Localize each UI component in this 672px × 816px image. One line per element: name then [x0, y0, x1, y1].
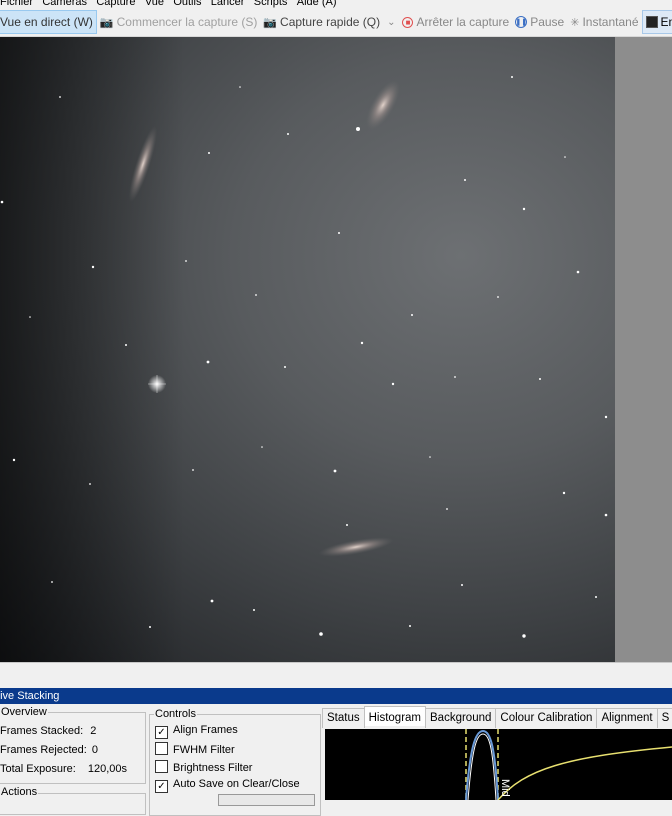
- fwhm-filter-checkbox[interactable]: FWHM Filter: [155, 742, 235, 756]
- tab-histogram[interactable]: Histogram: [364, 706, 426, 726]
- tab-more[interactable]: S: [657, 708, 672, 728]
- menu-capture[interactable]: Capture: [96, 0, 135, 8]
- quick-capture-label: Capture rapide (Q): [280, 15, 380, 29]
- midpoint-label: Mid: [499, 779, 511, 797]
- stop-capture-button[interactable]: ■ Arrêter la capture: [399, 11, 512, 33]
- menu-help[interactable]: Aide (A): [297, 0, 337, 8]
- camera-icon: 📷: [100, 16, 114, 29]
- histogram-view[interactable]: Mid: [325, 729, 672, 800]
- stop-icon: ■: [402, 17, 413, 28]
- menu-tools[interactable]: Outils: [173, 0, 201, 8]
- checkbox-icon[interactable]: [155, 742, 168, 755]
- menu-run[interactable]: Lancer: [211, 0, 245, 8]
- snapshot-label: Instantané: [582, 15, 638, 29]
- menu-file[interactable]: Fichier: [0, 0, 33, 8]
- image-viewer[interactable]: [0, 37, 615, 662]
- chevron-down-icon: ⌄: [387, 17, 395, 28]
- splitter[interactable]: [0, 662, 672, 689]
- stacking-title: Live Stacking: [0, 690, 59, 702]
- tab-status[interactable]: Status: [322, 708, 365, 728]
- stop-capture-label: Arrêter la capture: [416, 15, 509, 29]
- frames-stacked-label: Frames Stacked:: [0, 725, 83, 737]
- frames-rejected-row: Frames Rejected: 0: [0, 744, 98, 756]
- brightness-filter-label: Brightness Filter: [173, 762, 252, 774]
- quick-capture-dropdown[interactable]: ⌄: [383, 11, 399, 33]
- stacking-tabs: Status Histogram Background Colour Calib…: [322, 708, 672, 728]
- align-frames-label: Align Frames: [173, 724, 238, 736]
- quick-capture-button[interactable]: 📷 Capture rapide (Q): [260, 11, 383, 33]
- tab-alignment[interactable]: Alignment: [596, 708, 657, 728]
- live-view-label: Vue en direct (W): [0, 15, 93, 29]
- frames-stacked-row: Frames Stacked: 2: [0, 725, 96, 737]
- histogram-chart: Mid: [325, 729, 672, 800]
- pause-icon: ❚❚: [515, 16, 527, 28]
- frames-stacked-value: 2: [90, 725, 96, 737]
- stacking-title-bar: Live Stacking: [0, 688, 672, 704]
- align-frames-checkbox[interactable]: ✓ Align Frames: [155, 724, 238, 739]
- menu-scripts[interactable]: Scripts: [254, 0, 288, 8]
- start-capture-label: Commencer la capture (S): [117, 15, 258, 29]
- menu-view[interactable]: Vue: [145, 0, 164, 8]
- total-exposure-label: Total Exposure:: [0, 763, 76, 775]
- controls-title: Controls: [154, 708, 197, 720]
- camera-icon: 📷: [263, 16, 277, 29]
- stacking-button[interactable]: Empileme: [642, 10, 672, 34]
- frames-rejected-label: Frames Rejected:: [0, 744, 87, 756]
- side-panel: [615, 37, 672, 662]
- pause-button[interactable]: ❚❚ Pause: [512, 11, 567, 33]
- start-capture-button[interactable]: 📷 Commencer la capture (S): [97, 11, 260, 33]
- tab-background[interactable]: Background: [425, 708, 496, 728]
- astro-image: [0, 37, 615, 662]
- menu-cameras[interactable]: Caméras: [42, 0, 87, 8]
- stack-icon: [646, 16, 658, 28]
- total-exposure-row: Total Exposure: 120,00s: [0, 763, 127, 775]
- checkbox-checked-icon[interactable]: ✓: [155, 726, 168, 739]
- stacking-label: Empileme: [661, 15, 672, 29]
- actions-title: Actions: [0, 786, 38, 798]
- checkbox-icon[interactable]: [155, 760, 168, 773]
- frames-rejected-value: 0: [92, 744, 98, 756]
- tab-colour-calibration[interactable]: Colour Calibration: [495, 708, 597, 728]
- live-view-button[interactable]: Vue en direct (W): [0, 10, 97, 34]
- capture-toolbar: Vue en direct (W) 📷 Commencer la capture…: [0, 8, 672, 37]
- checkbox-checked-icon[interactable]: ✓: [155, 780, 168, 793]
- pause-label: Pause: [530, 15, 564, 29]
- overview-title: Overview: [0, 706, 48, 718]
- controls-button[interactable]: [218, 794, 315, 806]
- auto-save-checkbox[interactable]: ✓ Auto Save on Clear/Close: [155, 778, 300, 793]
- snapshot-icon: ✳: [570, 16, 579, 29]
- total-exposure-value: 120,00s: [88, 763, 127, 775]
- brightness-filter-checkbox[interactable]: Brightness Filter: [155, 760, 252, 774]
- snapshot-button[interactable]: ✳ Instantané: [567, 11, 641, 33]
- auto-save-label: Auto Save on Clear/Close: [173, 778, 300, 790]
- fwhm-filter-label: FWHM Filter: [173, 744, 235, 756]
- menu-bar: Fichier Caméras Capture Vue Outils Lance…: [0, 0, 672, 8]
- stretch-curve: [498, 747, 672, 800]
